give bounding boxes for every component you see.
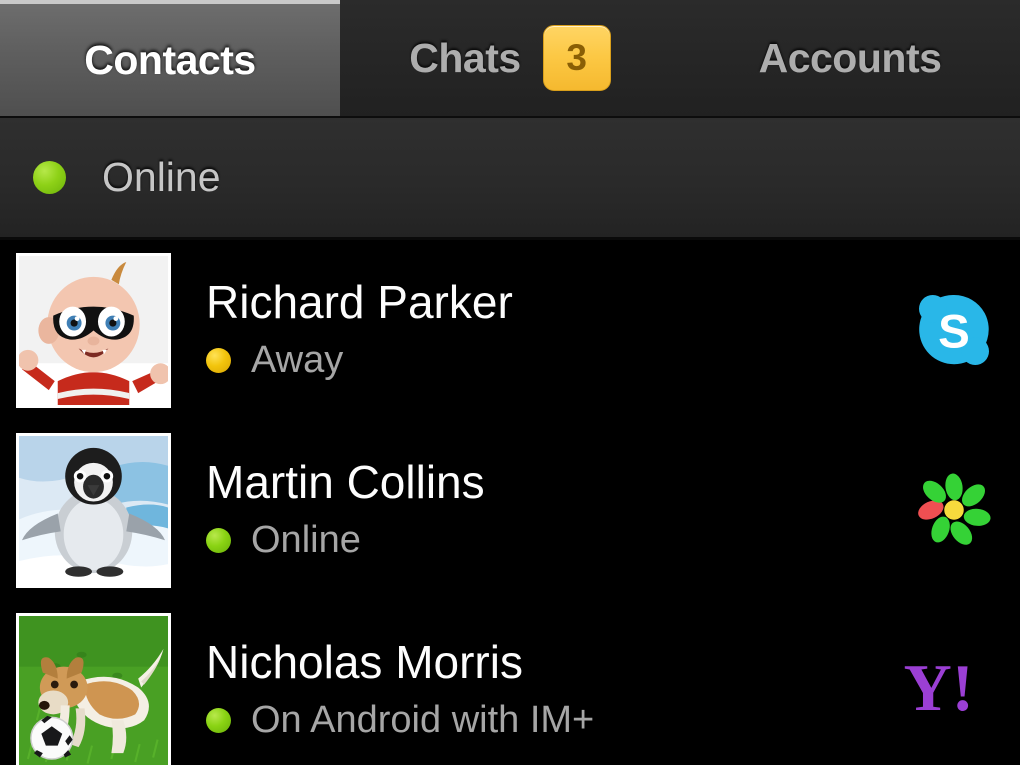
chats-unread-badge: 3	[542, 25, 611, 91]
contact-list-item[interactable]: Richard Parker Away S	[0, 240, 1020, 420]
tab-contacts-label: Contacts	[84, 36, 256, 83]
contact-name: Martin Collins	[206, 458, 485, 507]
tab-contacts[interactable]: Contacts	[0, 0, 340, 116]
contact-status: On Android with IM+	[206, 699, 900, 742]
group-header-label: Online	[102, 154, 221, 200]
baby-superhero-avatar	[16, 252, 171, 408]
contact-meta: Richard Parker Away	[206, 278, 900, 381]
contact-status-label: Online	[251, 518, 361, 561]
contact-meta: Martin Collins Online	[206, 458, 900, 561]
skype-icon: S	[900, 290, 1020, 370]
contact-list: Richard Parker Away S Martin Collins Onl…	[0, 240, 1020, 765]
away-dot-icon	[206, 347, 231, 373]
icq-flower-icon	[900, 471, 1020, 549]
tab-chats[interactable]: Chats 3	[340, 0, 680, 116]
dog-soccer-avatar	[16, 612, 171, 765]
contact-status: Away	[206, 339, 900, 382]
yahoo-icon: Y!	[900, 652, 1020, 728]
online-dot-icon	[206, 527, 231, 553]
tab-accounts[interactable]: Accounts	[680, 0, 1020, 116]
contact-status-label: On Android with IM+	[251, 698, 595, 741]
tab-accounts-label: Accounts	[758, 34, 942, 81]
contact-status: Online	[206, 519, 900, 562]
penguin-chick-avatar	[16, 432, 171, 588]
contact-list-item[interactable]: Martin Collins Online	[0, 420, 1020, 600]
contact-status-label: Away	[251, 338, 344, 381]
svg-text:Y!: Y!	[904, 652, 974, 725]
tab-chats-label: Chats	[409, 34, 521, 81]
contact-meta: Nicholas Morris On Android with IM+	[206, 638, 900, 741]
svg-text:S: S	[938, 306, 970, 359]
group-header-online[interactable]: Online	[0, 118, 1020, 240]
contact-name: Richard Parker	[206, 278, 513, 327]
online-dot-icon	[206, 707, 231, 733]
main-tab-bar: Contacts Chats 3 Accounts	[0, 0, 1020, 118]
green-dot-icon	[33, 161, 66, 194]
contact-list-item[interactable]: Nicholas Morris On Android with IM+ Y!	[0, 600, 1020, 765]
contact-name: Nicholas Morris	[206, 638, 523, 687]
